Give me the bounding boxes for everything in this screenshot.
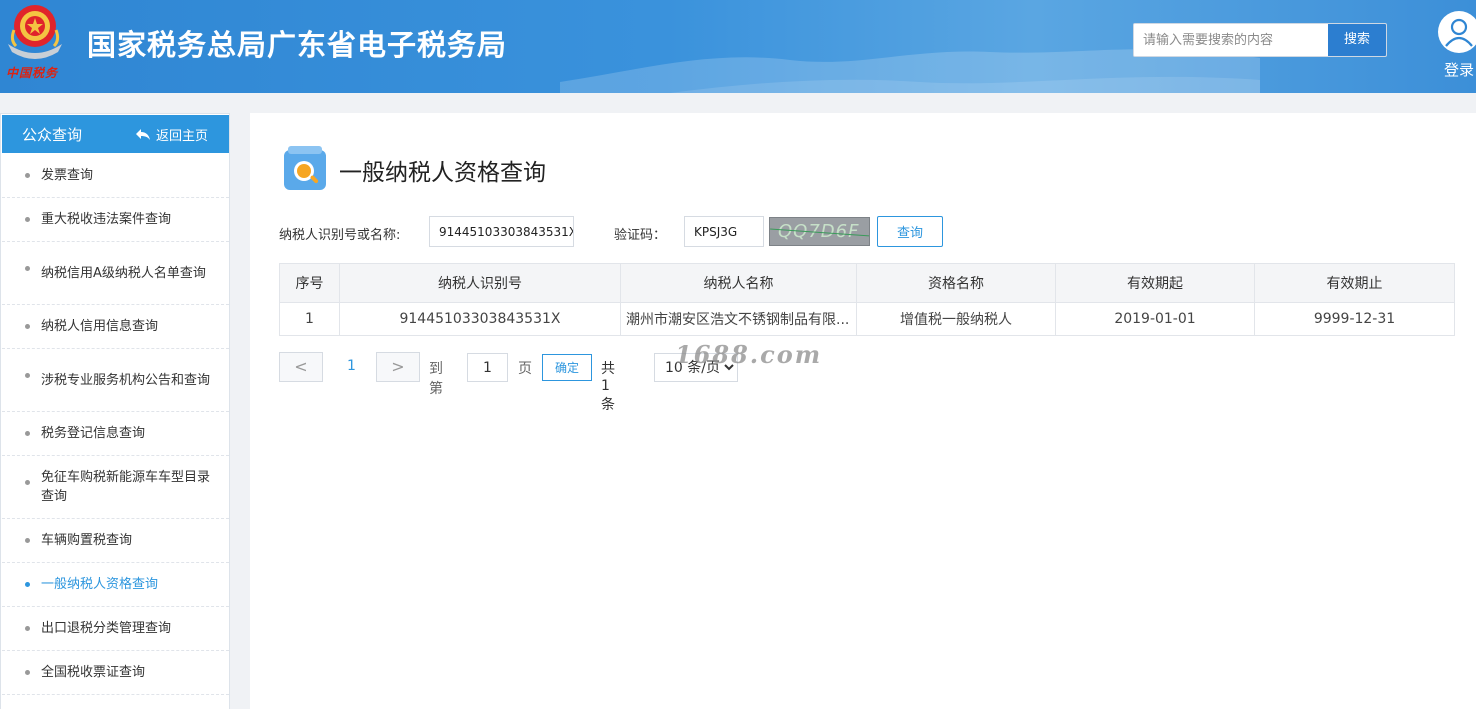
- captcha-label: 验证码：: [614, 228, 667, 243]
- sidebar-item-label: 涉税专业服务机构公告和查询: [41, 372, 211, 388]
- sidebar-item-new-energy-catalog[interactable]: 免征车购税新能源车车型目录查询: [2, 456, 229, 519]
- query-form: 纳税人识别号或名称: 验证码： QQ7D6F 查询: [279, 216, 1179, 248]
- watermark-text: 1688.com: [675, 340, 823, 369]
- page-number-current[interactable]: 1: [347, 358, 356, 374]
- table-header-row: 序号 纳税人识别号 纳税人名称 资格名称 有效期起 有效期止: [279, 263, 1455, 303]
- cell-index: 1: [279, 302, 340, 336]
- taxpayer-id-input[interactable]: [429, 216, 574, 247]
- page-title: 一般纳税人资格查询: [339, 160, 546, 186]
- goto-page-input[interactable]: [467, 353, 508, 382]
- header-bar: 中国税务 国家税务总局广东省电子税务局 搜索 登录: [0, 0, 1476, 93]
- sidebar-item-tax-receipt[interactable]: 全国税收票证查询: [2, 651, 229, 695]
- sidebar-menu: 发票查询 重大税收违法案件查询 纳税信用A级纳税人名单查询 纳税人信用信息查询 …: [2, 154, 229, 695]
- sidebar-header: 公众查询 返回主页: [2, 115, 229, 153]
- sidebar-title: 公众查询: [22, 126, 83, 144]
- sidebar-item-credit-info[interactable]: 纳税人信用信息查询: [2, 305, 229, 349]
- col-header-qualification: 资格名称: [856, 263, 1056, 303]
- query-button[interactable]: 查询: [877, 216, 943, 247]
- bullet-icon: [25, 538, 30, 543]
- bullet-icon: [25, 480, 30, 485]
- bullet-icon: [25, 266, 30, 271]
- sidebar-item-label: 纳税人信用信息查询: [41, 319, 159, 334]
- col-header-taxpayer-id: 纳税人识别号: [339, 263, 621, 303]
- bullet-icon: [25, 173, 30, 178]
- col-header-taxpayer-name: 纳税人名称: [620, 263, 857, 303]
- emblem-text: 中国税务: [6, 66, 59, 80]
- back-arrow-icon: [136, 129, 150, 140]
- sidebar-item-a-credit-list[interactable]: 纳税信用A级纳税人名单查询: [2, 242, 229, 305]
- header-search: 搜索: [1133, 23, 1387, 57]
- goto-label: 到第: [429, 361, 443, 397]
- col-header-valid-to: 有效期止: [1254, 263, 1455, 303]
- taxpayer-label: 纳税人识别号或名称:: [279, 228, 401, 243]
- sidebar-item-tax-violation-query[interactable]: 重大税收违法案件查询: [2, 198, 229, 242]
- sidebar-item-label: 出口退税分类管理查询: [41, 621, 172, 636]
- captcha-input[interactable]: [684, 216, 764, 247]
- next-page-button[interactable]: >: [376, 352, 420, 382]
- bullet-icon: [25, 582, 30, 587]
- bullet-icon: [25, 324, 30, 329]
- cell-taxpayer-id: 91445103303843531X: [339, 302, 621, 336]
- sidebar: 公众查询 返回主页 发票查询 重大税收违法案件查询 纳税信用A级纳税人名单查询 …: [0, 113, 230, 709]
- main-panel: 一般纳税人资格查询 纳税人识别号或名称: 验证码： QQ7D6F 查询 序号 纳…: [250, 113, 1476, 709]
- cell-qualification: 增值税一般纳税人: [856, 302, 1056, 336]
- bullet-icon: [25, 373, 30, 378]
- bullet-icon: [25, 626, 30, 631]
- back-home-label: 返回主页: [156, 129, 209, 144]
- sidebar-item-label: 一般纳税人资格查询: [41, 577, 159, 592]
- total-count: 共 1 条: [601, 361, 615, 413]
- sidebar-item-label: 车辆购置税查询: [41, 533, 133, 548]
- bullet-icon: [25, 670, 30, 675]
- sidebar-item-tax-registration[interactable]: 税务登记信息查询: [2, 412, 229, 456]
- table-row[interactable]: 1 91445103303843531X 潮州市潮安区浩文不锈钢制品有限... …: [279, 302, 1455, 336]
- captcha-image[interactable]: QQ7D6F: [769, 217, 870, 246]
- cell-valid-to: 9999-12-31: [1254, 302, 1455, 336]
- sidebar-item-export-rebate[interactable]: 出口退税分类管理查询: [2, 607, 229, 651]
- site-title: 国家税务总局广东省电子税务局: [87, 28, 508, 62]
- sidebar-item-label: 免征车购税新能源车车型目录查询: [41, 470, 211, 504]
- result-table: 序号 纳税人识别号 纳税人名称 资格名称 有效期起 有效期止 1 9144510…: [279, 263, 1455, 336]
- sidebar-item-label: 发票查询: [41, 168, 94, 183]
- user-avatar-icon[interactable]: [1437, 8, 1476, 58]
- col-header-valid-from: 有效期起: [1055, 263, 1255, 303]
- col-header-index: 序号: [279, 263, 340, 303]
- goto-confirm-button[interactable]: 确定: [542, 354, 592, 381]
- sidebar-item-label: 重大税收违法案件查询: [41, 212, 172, 227]
- sidebar-item-general-taxpayer[interactable]: 一般纳税人资格查询: [2, 563, 229, 607]
- page-unit-label: 页: [518, 361, 532, 377]
- cell-valid-from: 2019-01-01: [1055, 302, 1255, 336]
- back-home-link[interactable]: 返回主页: [135, 125, 208, 144]
- search-input[interactable]: [1134, 24, 1329, 56]
- sidebar-item-label: 全国税收票证查询: [41, 665, 146, 680]
- bullet-icon: [25, 431, 30, 436]
- bullet-icon: [25, 217, 30, 222]
- sidebar-item-invoice-query[interactable]: 发票查询: [2, 154, 229, 198]
- sidebar-item-service-agency[interactable]: 涉税专业服务机构公告和查询: [2, 349, 229, 412]
- prev-page-button[interactable]: <: [279, 352, 323, 382]
- login-link[interactable]: 登录: [1444, 59, 1474, 80]
- search-document-icon: [284, 146, 326, 190]
- national-emblem-icon: 中国税务: [2, 0, 68, 82]
- search-button[interactable]: 搜索: [1328, 24, 1386, 56]
- cell-taxpayer-name: 潮州市潮安区浩文不锈钢制品有限...: [620, 302, 857, 336]
- sidebar-item-label: 纳税信用A级纳税人名单查询: [41, 265, 206, 281]
- sidebar-item-label: 税务登记信息查询: [41, 426, 146, 441]
- sidebar-item-vehicle-tax[interactable]: 车辆购置税查询: [2, 519, 229, 563]
